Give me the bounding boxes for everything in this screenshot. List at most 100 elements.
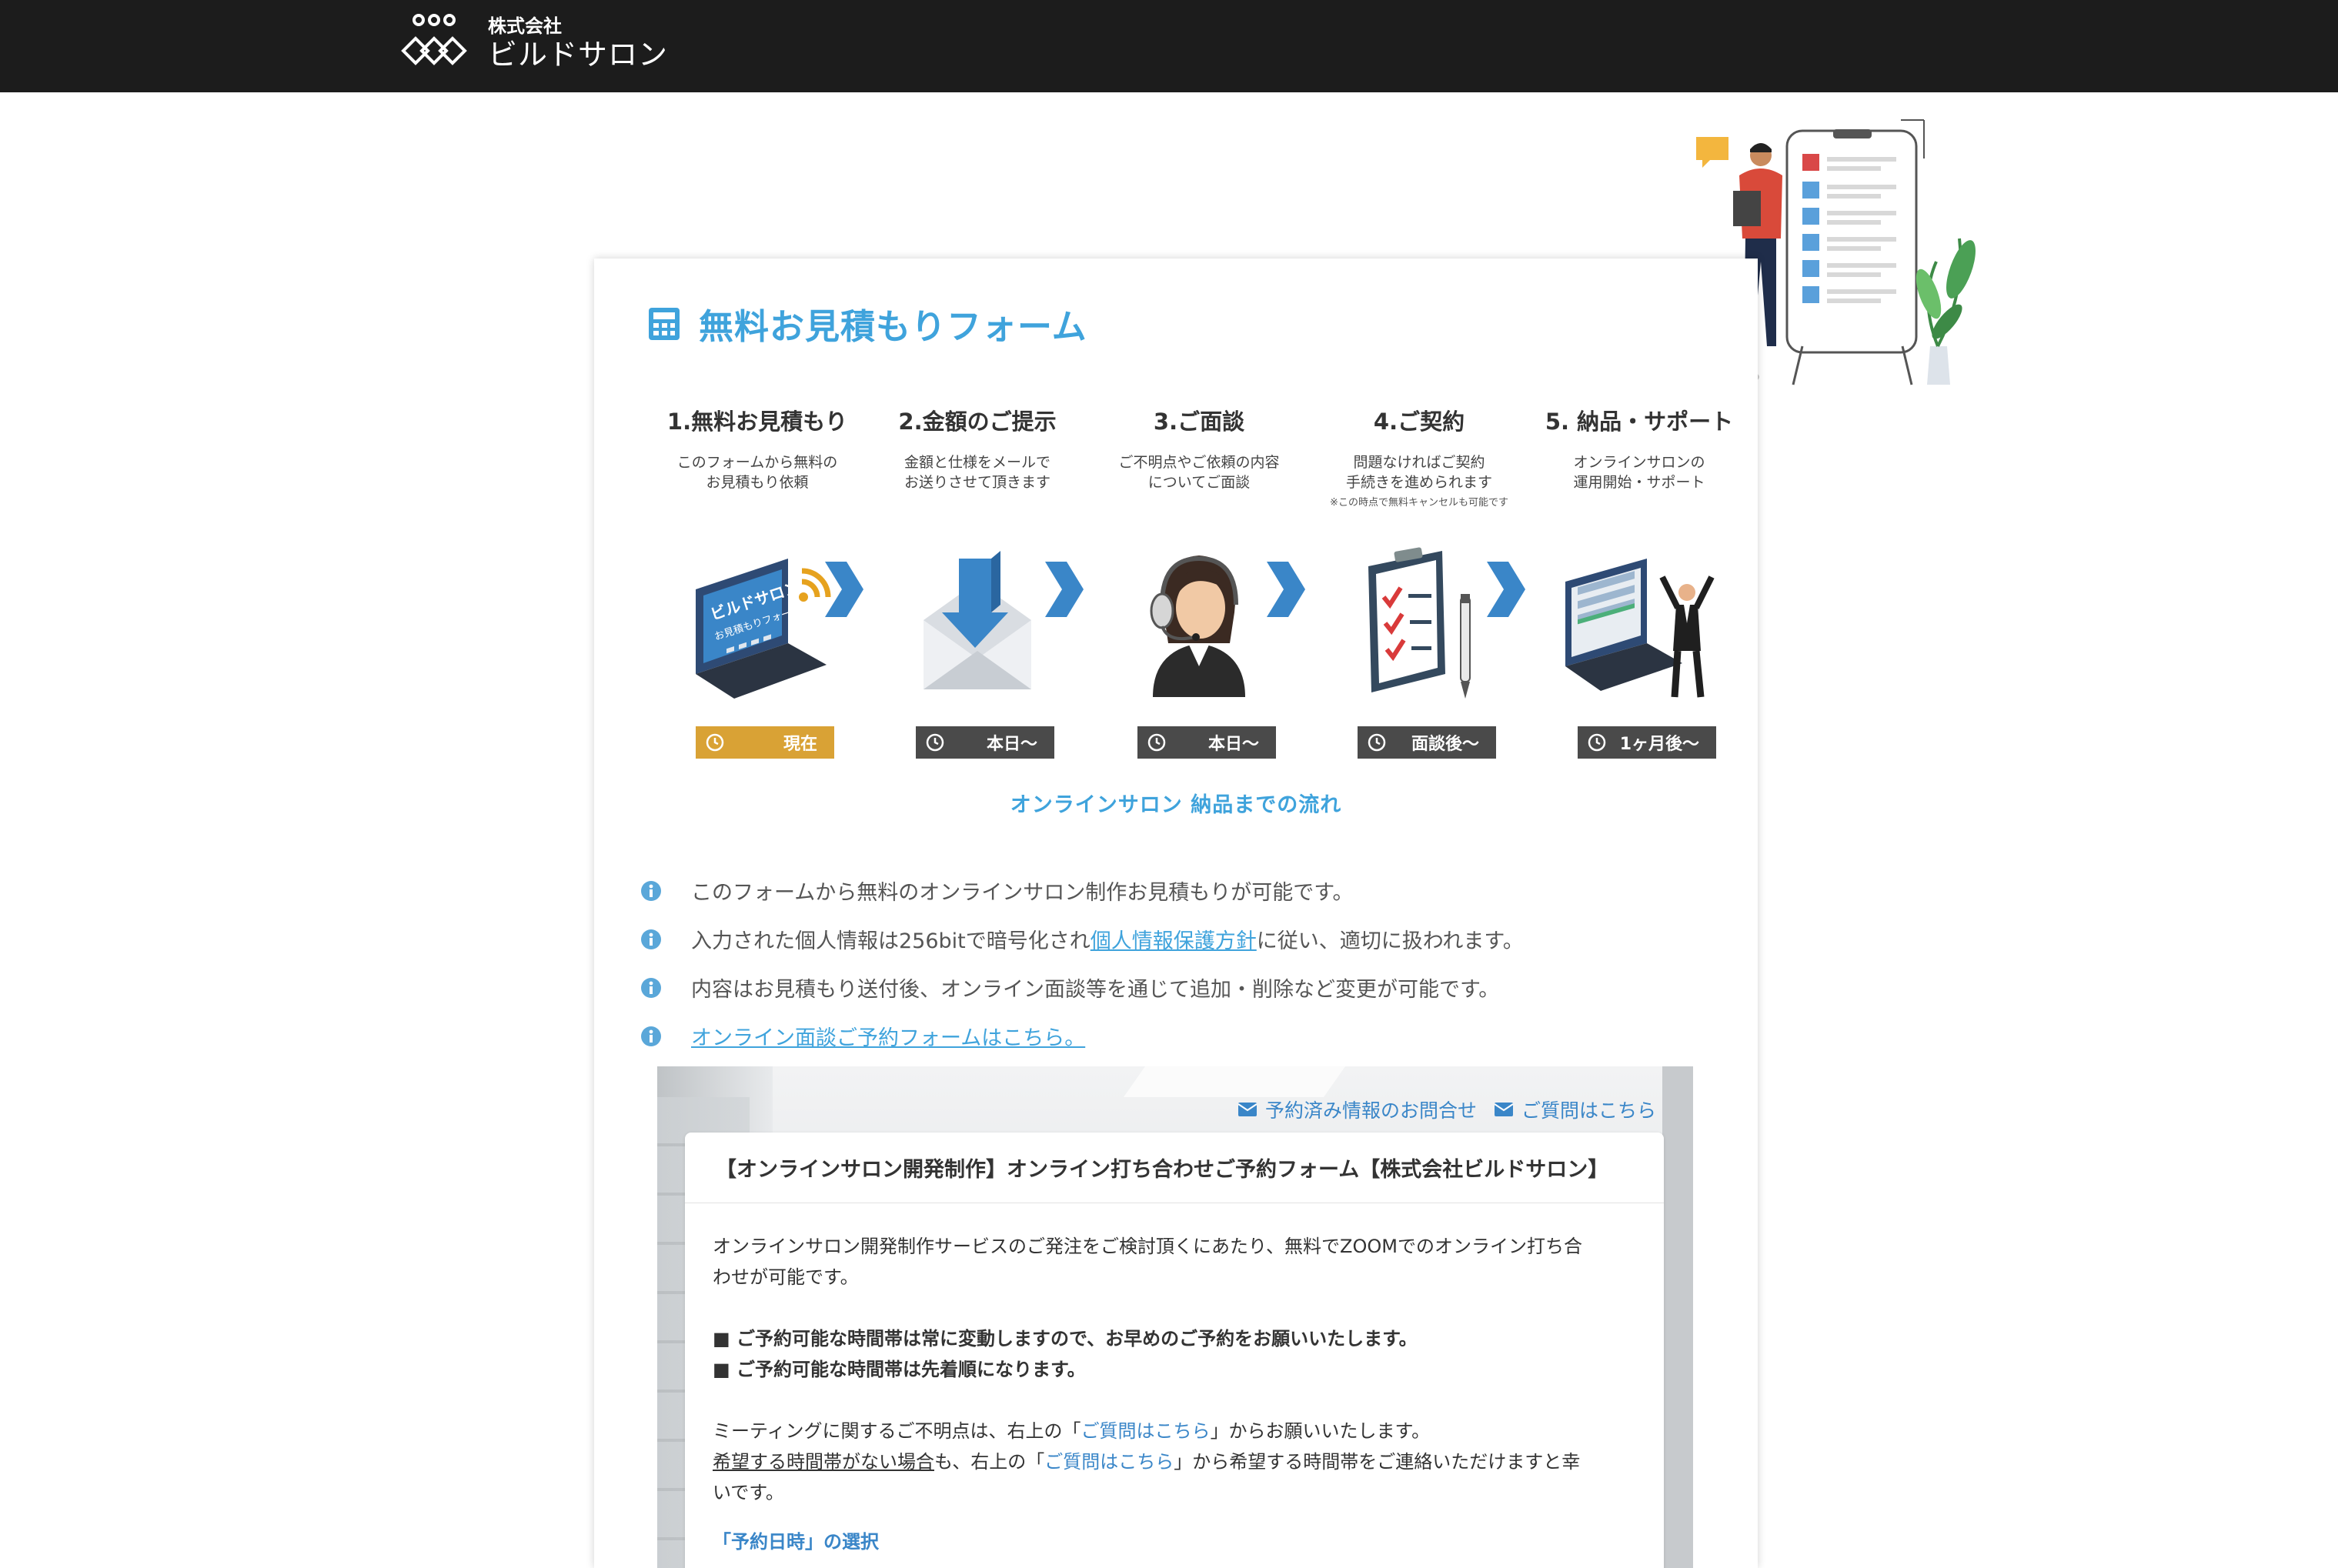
question-label: ご質問はこちら xyxy=(1521,1099,1656,1122)
info-icon xyxy=(641,880,661,901)
text-part: 」からお願いいたします。 xyxy=(1210,1420,1431,1442)
online-meeting-booking-link[interactable]: オンライン面談ご予約フォームはこちら。 xyxy=(691,1026,1085,1050)
info-note: このフォームから無料のオンラインサロン制作お見積もりが可能です。 xyxy=(640,866,1718,915)
step-desc-line: このフォームから無料の xyxy=(676,454,838,471)
step-desc-line: ご不明点やご依頼の内容 xyxy=(1118,454,1280,471)
info-note: 内容はお見積もり送付後、オンライン面談等を通じて追加・削除など変更が可能です。 xyxy=(640,963,1718,1012)
step-desc-line: オンラインサロンの xyxy=(1573,454,1705,471)
text-part: ミーティングに関するご不明点は、右上の「 xyxy=(713,1420,1081,1442)
intro-text-line: わせが可能です。 xyxy=(713,1266,859,1288)
clock-icon xyxy=(926,733,944,752)
step-title: 1.無料お見積もり xyxy=(666,409,848,435)
calculator-icon xyxy=(649,307,680,340)
clock-icon xyxy=(1368,733,1386,752)
step-desc-line: 金額と仕様をメールで xyxy=(903,454,1050,471)
laptop-celebrate-icon xyxy=(1565,559,1715,698)
site-logo[interactable]: 株式会社 ビルドサロン xyxy=(399,12,668,74)
step-timing-badge: 本日〜 xyxy=(1137,726,1276,759)
info-notes-list: このフォームから無料のオンラインサロン制作お見積もりが可能です。 入力された個人… xyxy=(640,866,1718,1060)
inline-question-link[interactable]: ご質問はこちら xyxy=(1044,1451,1174,1473)
info-icon xyxy=(641,977,661,998)
logo-corp-text: 株式会社 xyxy=(488,15,562,37)
estimate-form-card: 無料お見積もりフォーム 1.無料お見積もり このフォームから無料の お見積もり依… xyxy=(594,259,1758,1568)
badge-text: 現在 xyxy=(783,735,817,754)
step-title: 4.ご契約 xyxy=(1373,409,1465,435)
step-1: 1.無料お見積もり このフォームから無料の お見積もり依頼 ビルドサロン お見積… xyxy=(657,405,857,759)
info-icon xyxy=(641,929,661,949)
note-text-part: 入力された個人情報は256bitで暗号化され xyxy=(691,929,1091,953)
notice-bullet: ■ ご予約可能な時間帯は常に変動しますので、お早めのご予約をお願いいたします。 xyxy=(713,1328,1418,1349)
clock-icon xyxy=(1147,733,1166,752)
step-description: このフォームから無料の お見積もり依頼 xyxy=(657,452,857,492)
text-part: 希望する時間帯がない場合 xyxy=(713,1451,934,1473)
info-note: オンライン面談ご予約フォームはこちら。 xyxy=(640,1012,1718,1060)
text-part: も、右上の「 xyxy=(934,1451,1045,1473)
step-4: 4.ご契約 問題なければご契約 手続きを進められます ※この時点で無料キャンセル… xyxy=(1319,405,1519,759)
step-2: 2.金額のご提示 金額と仕様をメールで お送りさせて頂きます 本日〜 xyxy=(877,405,1077,759)
clock-icon xyxy=(1588,733,1606,752)
chevron-right-icon xyxy=(1267,562,1305,617)
booking-header-links: 予約済み情報のお問合せ ご質問はこちら xyxy=(1237,1096,1656,1123)
info-icon xyxy=(641,1026,661,1046)
logo-name-text: ビルドサロン xyxy=(488,38,669,72)
privacy-policy-link[interactable]: 個人情報保護方針 xyxy=(1091,929,1257,953)
booking-embed-background-photo: 予約済み情報のお問合せ ご質問はこちら 【オンラインサロン開発制作】オンライン打… xyxy=(657,1066,1693,1568)
step-desc-line: お見積もり依頼 xyxy=(706,474,809,491)
reservation-inquiry-link[interactable]: 予約済み情報のお問合せ xyxy=(1237,1096,1477,1123)
note-text: このフォームから無料のオンラインサロン制作お見積もりが可能です。 xyxy=(691,881,1354,905)
mail-download-icon xyxy=(924,551,1031,689)
note-text-part: に従い、適切に扱われます。 xyxy=(1256,929,1524,953)
step-timing-badge: 現在 xyxy=(696,726,834,759)
step-note: ※この時点で無料キャンセルも可能です xyxy=(1330,497,1508,509)
step-timing-badge: 1ヶ月後〜 xyxy=(1578,726,1716,759)
step-title: 2.金額のご提示 xyxy=(898,409,1057,435)
question-guidance-text: ミーティングに関するご不明点は、右上の「ご質問はこちら」からお願いいたします。 xyxy=(713,1416,1636,1446)
step-desc-line: 運用開始・サポート xyxy=(1573,474,1705,491)
info-note: 入力された個人情報は256bitで暗号化され個人情報保護方針に従い、適切に扱われ… xyxy=(640,915,1718,963)
step-desc-line: についてご面談 xyxy=(1147,474,1251,491)
photo-pillar xyxy=(1662,1066,1693,1568)
step-desc-line: 手続きを進められます xyxy=(1345,474,1492,491)
chevron-right-icon xyxy=(1045,562,1084,617)
text-part: 」から希望する時間帯をご連絡いただけますと幸 xyxy=(1174,1451,1581,1473)
badge-text: 1ヶ月後〜 xyxy=(1619,735,1699,754)
step-description: 金額と仕様をメールで お送りさせて頂きます xyxy=(877,452,1077,492)
chevron-right-icon xyxy=(1487,562,1525,617)
step-description: ご不明点やご依頼の内容 についてご面談 xyxy=(1099,452,1299,492)
badge-text: 面談後〜 xyxy=(1411,735,1479,754)
badge-text: 本日〜 xyxy=(986,735,1037,754)
text-line: いです。 xyxy=(713,1482,784,1503)
step-desc-line: 問題なければご契約 xyxy=(1353,454,1485,471)
intro-text-line: オンラインサロン開発制作サービスのご発注をご検討頂くにあたり、無料でZOOMでの… xyxy=(713,1236,1582,1257)
laptop-icon: ビルドサロン お見積もりフォーム xyxy=(696,559,831,699)
envelope-icon xyxy=(1237,1103,1258,1116)
date-selection-heading: 「予約日時」の選択 xyxy=(713,1531,879,1553)
flow-caption: オンラインサロン 納品までの流れ xyxy=(1010,793,1342,817)
step-timing-badge: 面談後〜 xyxy=(1358,726,1496,759)
top-header-bar: 株式会社 ビルドサロン xyxy=(0,0,2338,92)
step-3: 3.ご面談 ご不明点やご依頼の内容 についてご面談 本日〜 xyxy=(1099,405,1299,759)
chevron-right-icon xyxy=(825,562,863,617)
step-timing-badge: 本日〜 xyxy=(916,726,1054,759)
question-link[interactable]: ご質問はこちら xyxy=(1494,1096,1656,1123)
operator-headset-icon xyxy=(1150,555,1245,697)
note-text: 入力された個人情報は256bitで暗号化され個人情報保護方針に従い、適切に扱われ… xyxy=(691,924,1524,954)
step-desc-line: お送りさせて頂きます xyxy=(903,474,1050,491)
logo-mark-icon xyxy=(401,14,467,65)
inline-question-link[interactable]: ご質問はこちら xyxy=(1081,1420,1211,1442)
note-text: オンライン面談ご予約フォームはこちら。 xyxy=(691,1021,1085,1051)
envelope-icon xyxy=(1494,1103,1514,1116)
badge-text: 本日〜 xyxy=(1207,735,1259,754)
clock-icon xyxy=(706,733,724,752)
booking-form-card: 【オンラインサロン開発制作】オンライン打ち合わせご予約フォーム【株式会社ビルドサ… xyxy=(685,1133,1664,1568)
photo-ceiling-light xyxy=(1123,1066,1346,1097)
step-title: 5. 納品・サポート xyxy=(1545,409,1734,435)
process-steps: 1.無料お見積もり このフォームから無料の お見積もり依頼 ビルドサロン お見積… xyxy=(594,405,1758,774)
no-slot-guidance-text: 希望する時間帯がない場合も、右上の「ご質問はこちら」から希望する時間帯をご連絡い… xyxy=(713,1446,1636,1477)
form-title: 無料お見積もりフォーム xyxy=(646,299,1087,349)
checklist-clipboard-icon xyxy=(1368,547,1471,699)
step-5: 5. 納品・サポート オンラインサロンの 運用開始・サポート 1ヶ月後〜 xyxy=(1539,405,1739,759)
step-title: 3.ご面談 xyxy=(1153,409,1245,435)
reservation-inquiry-label: 予約済み情報のお問合せ xyxy=(1264,1099,1477,1122)
step-description: 問題なければご契約 手続きを進められます xyxy=(1319,452,1519,492)
